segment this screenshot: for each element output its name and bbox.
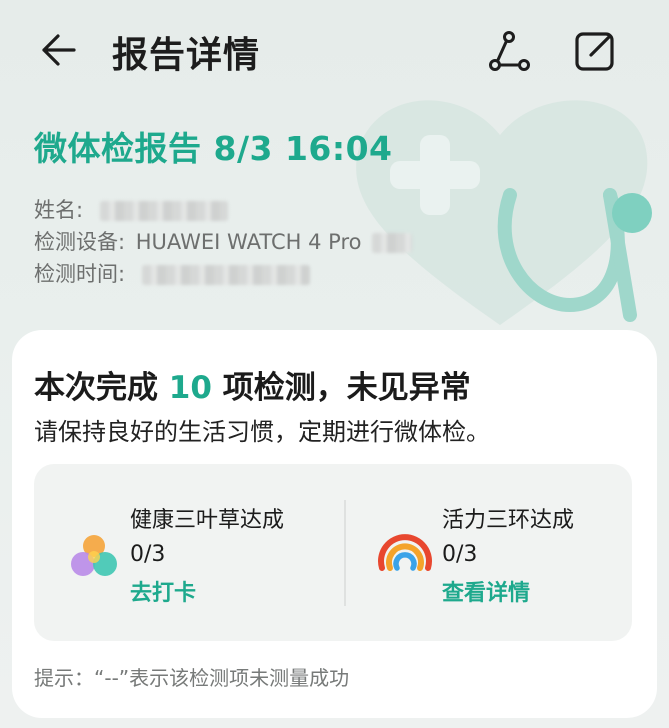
device-value: HUAWEI WATCH 4 Pro bbox=[135, 230, 362, 254]
clover-icon bbox=[71, 535, 117, 576]
meta-device-row: 检测设备: HUAWEI WATCH 4 Pro bbox=[34, 226, 413, 256]
arrow-left-icon bbox=[42, 34, 76, 66]
top-app-bar: 报告详情 bbox=[0, 0, 669, 100]
edit-square-icon bbox=[575, 32, 614, 71]
back-button[interactable] bbox=[34, 28, 78, 72]
summary-count: 10 bbox=[168, 370, 212, 406]
name-label: 姓名: bbox=[34, 198, 84, 222]
summary-heading: 本次完成 10 项检测，未见异常 bbox=[34, 362, 471, 407]
goals-panel: 健康三叶草达成 0/3 去打卡 活力三环达成 0/3 查看详情 bbox=[34, 464, 632, 641]
hint-text: 提示：“--”表示该检测项未测量成功 bbox=[34, 666, 350, 690]
report-datetime: 8/3 16:04 bbox=[213, 129, 393, 168]
page-title: 报告详情 bbox=[112, 35, 261, 76]
share-button[interactable] bbox=[486, 28, 532, 74]
column-divider bbox=[344, 500, 346, 606]
clover-goal: 健康三叶草达成 0/3 去打卡 bbox=[130, 502, 284, 607]
meta-time-row: 检测时间: bbox=[34, 258, 310, 288]
summary-card: 本次完成 10 项检测，未见异常 请保持良好的生活习惯，定期进行微体检。 健康三… bbox=[12, 330, 657, 718]
time-label: 检测时间: bbox=[34, 262, 126, 286]
rings-goal-name: 活力三环达成 bbox=[442, 508, 575, 533]
report-title-text: 微体检报告 bbox=[34, 129, 202, 168]
rings-goal: 活力三环达成 0/3 查看详情 bbox=[442, 502, 574, 607]
edit-button[interactable] bbox=[572, 28, 618, 74]
view-details-link[interactable]: 查看详情 bbox=[442, 575, 574, 607]
clover-goal-name: 健康三叶草达成 bbox=[130, 508, 285, 533]
redacted-device-suffix bbox=[372, 233, 413, 253]
redacted-name bbox=[99, 201, 228, 221]
summary-post: 项检测，未见异常 bbox=[222, 370, 471, 406]
rings-icon bbox=[378, 534, 432, 571]
share-route-icon bbox=[489, 31, 530, 71]
check-in-link[interactable]: 去打卡 bbox=[130, 575, 284, 607]
report-title: 微体检报告 8/3 16:04 bbox=[34, 122, 393, 170]
meta-name-row: 姓名: bbox=[34, 194, 228, 224]
rings-goal-progress: 0/3 bbox=[442, 542, 478, 567]
clover-goal-progress: 0/3 bbox=[130, 542, 166, 567]
device-label: 检测设备: bbox=[34, 230, 126, 254]
summary-pre: 本次完成 bbox=[34, 370, 158, 406]
advice-text: 请保持良好的生活习惯，定期进行微体检。 bbox=[34, 418, 490, 446]
redacted-time bbox=[141, 265, 310, 285]
